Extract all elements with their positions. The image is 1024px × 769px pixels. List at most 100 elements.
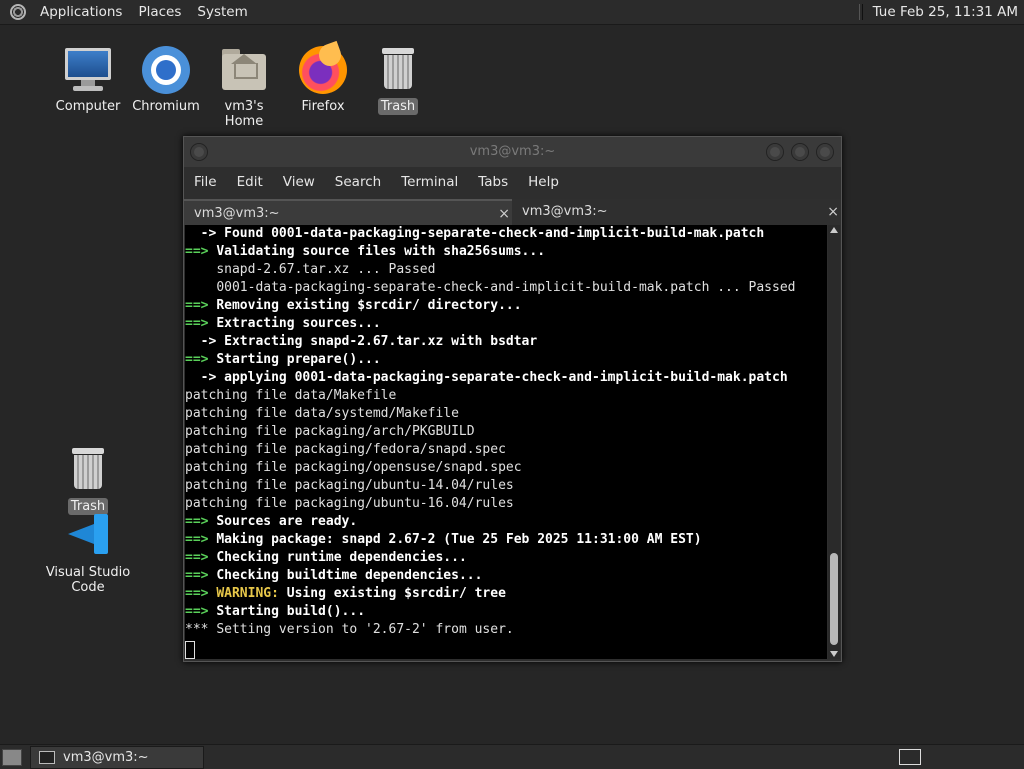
maximize-button[interactable] xyxy=(791,143,809,161)
tab-close-icon[interactable]: × xyxy=(827,199,839,225)
terminal-line: ==> Checking buildtime dependencies... xyxy=(185,567,827,585)
menu-help[interactable]: Help xyxy=(518,174,569,190)
clock-area: Tue Feb 25, 11:31 AM xyxy=(858,0,1018,24)
terminal-line: patching file packaging/ubuntu-16.04/rul… xyxy=(185,495,827,513)
line-prefix: -> xyxy=(185,370,225,385)
scroll-thumb[interactable] xyxy=(830,553,838,645)
terminal-line: patching file packaging/ubuntu-14.04/rul… xyxy=(185,477,827,495)
line-text: Validating source files with sha256sums.… xyxy=(216,244,546,259)
line-prefix: -> xyxy=(185,334,225,349)
line-text: patching file packaging/fedora/snapd.spe… xyxy=(185,442,506,457)
menu-terminal[interactable]: Terminal xyxy=(391,174,468,190)
terminal-line: ==> Removing existing $srcdir/ directory… xyxy=(185,297,827,315)
tab-1[interactable]: vm3@vm3:~ × xyxy=(184,199,512,225)
trash-icon xyxy=(64,446,112,494)
show-desktop-icon[interactable] xyxy=(2,749,22,766)
close-button[interactable] xyxy=(816,143,834,161)
firefox-icon xyxy=(299,40,347,94)
window-titlebar[interactable]: vm3@vm3:~ xyxy=(184,137,841,167)
desktop-icon-trash-top[interactable]: Trash xyxy=(356,46,440,115)
menu-search[interactable]: Search xyxy=(325,174,391,190)
line-prefix xyxy=(185,280,216,295)
desktop-icon-computer[interactable]: Computer xyxy=(46,46,130,115)
terminal-line: *** Setting version to '2.67-2' from use… xyxy=(185,621,827,639)
line-prefix: ==> xyxy=(185,298,217,313)
terminal-line: -> applying 0001-data-packaging-separate… xyxy=(185,369,827,387)
terminal-line: 0001-data-packaging-separate-check-and-i… xyxy=(185,279,827,297)
taskbar-button-terminal[interactable]: vm3@vm3:~ xyxy=(30,746,204,769)
line-text: applying 0001-data-packaging-separate-ch… xyxy=(224,370,788,385)
line-text: patching file packaging/arch/PKGBUILD xyxy=(185,424,475,439)
line-text: Starting build()... xyxy=(216,604,366,619)
line-text: 0001-data-packaging-separate-check-and-i… xyxy=(216,280,796,295)
line-suffix: Using existing $srcdir/ tree xyxy=(278,586,506,601)
line-text: Removing existing $srcdir/ directory... xyxy=(216,298,522,313)
tab-label: vm3@vm3:~ xyxy=(522,204,608,219)
terminal-line: ==> Checking runtime dependencies... xyxy=(185,549,827,567)
line-prefix: ==> xyxy=(185,244,217,259)
menu-file[interactable]: File xyxy=(184,174,227,190)
desktop-icon-label: Chromium xyxy=(132,99,200,114)
line-text: Extracting sources... xyxy=(216,316,381,331)
terminal-line: patching file data/systemd/Makefile xyxy=(185,405,827,423)
desktop-icon-firefox[interactable]: Firefox xyxy=(281,40,365,115)
terminal-line: snapd-2.67.tar.xz ... Passed xyxy=(185,261,827,279)
home-folder-icon xyxy=(220,46,268,94)
terminal-line: ==> WARNING: Using existing $srcdir/ tre… xyxy=(185,585,827,603)
terminal-line: -> Extracting snapd-2.67.tar.xz with bsd… xyxy=(185,333,827,351)
minimize-button[interactable] xyxy=(766,143,784,161)
menu-applications[interactable]: Applications xyxy=(32,4,130,20)
menu-edit[interactable]: Edit xyxy=(227,174,273,190)
line-prefix: ==> xyxy=(185,352,217,367)
clock[interactable]: Tue Feb 25, 11:31 AM xyxy=(873,4,1018,20)
desktop-icon-chromium[interactable]: Chromium xyxy=(124,46,208,115)
menu-view[interactable]: View xyxy=(273,174,325,190)
tab-2[interactable]: vm3@vm3:~ × xyxy=(512,199,841,225)
menu-tabs[interactable]: Tabs xyxy=(468,174,518,190)
line-text: Extracting snapd-2.67.tar.xz with bsdtar xyxy=(224,334,538,349)
tab-bar: vm3@vm3:~ × vm3@vm3:~ × xyxy=(184,199,841,225)
desktop-icon-trash-left[interactable]: Trash xyxy=(46,446,130,515)
tab-close-icon[interactable]: × xyxy=(498,201,510,227)
terminal-icon xyxy=(39,751,55,764)
terminal-scrollbar[interactable] xyxy=(828,225,840,659)
desktop-icon-vscode[interactable]: Visual Studio Code xyxy=(26,512,150,596)
line-text: Making package: snapd 2.67-2 (Tue 25 Feb… xyxy=(216,532,702,547)
taskbar-label: vm3@vm3:~ xyxy=(63,750,149,765)
terminal-output[interactable]: -> Found 0001-data-packaging-separate-ch… xyxy=(185,225,827,659)
terminal-window: vm3@vm3:~ File Edit View Search Terminal… xyxy=(183,136,842,662)
desktop-icon-label: vm3's Home xyxy=(224,99,264,129)
line-text: Checking runtime dependencies... xyxy=(216,550,467,565)
menu-places[interactable]: Places xyxy=(130,4,189,20)
terminal-cursor xyxy=(185,641,195,659)
computer-icon xyxy=(64,46,112,94)
chromium-icon xyxy=(142,46,190,94)
desktop-icon-label: Trash xyxy=(377,98,419,115)
window-title: vm3@vm3:~ xyxy=(469,144,556,159)
line-prefix: ==> xyxy=(185,586,217,601)
line-text: patching file packaging/ubuntu-16.04/rul… xyxy=(185,496,514,511)
line-text: patching file packaging/ubuntu-14.04/rul… xyxy=(185,478,514,493)
panel-separator xyxy=(858,4,863,20)
scroll-up-icon[interactable] xyxy=(830,227,838,233)
line-prefix: ==> xyxy=(185,568,217,583)
terminal-line: ==> Making package: snapd 2.67-2 (Tue 25… xyxy=(185,531,827,549)
desktop-icon-label: Firefox xyxy=(301,99,345,114)
terminal-line: ==> Starting build()... xyxy=(185,603,827,621)
line-text: snapd-2.67.tar.xz ... Passed xyxy=(216,262,436,277)
scroll-down-icon[interactable] xyxy=(830,651,838,657)
prompt-line xyxy=(185,639,827,659)
window-menubar: File Edit View Search Terminal Tabs Help xyxy=(184,167,841,197)
workspace-switcher[interactable] xyxy=(899,749,921,765)
desktop-icon-home[interactable]: vm3's Home xyxy=(202,46,286,130)
menu-system[interactable]: System xyxy=(189,4,255,20)
terminal-line: ==> Sources are ready. xyxy=(185,513,827,531)
line-text: Starting prepare()... xyxy=(216,352,381,367)
line-text: patching file data/Makefile xyxy=(185,388,397,403)
bottom-panel: vm3@vm3:~ xyxy=(0,744,1024,769)
menu-logo-icon[interactable] xyxy=(10,4,26,20)
line-text: Checking buildtime dependencies... xyxy=(216,568,483,583)
line-text: Setting version to '2.67-2' from user. xyxy=(216,622,514,637)
line-prefix: ==> xyxy=(185,604,217,619)
terminal-line: patching file packaging/opensuse/snapd.s… xyxy=(185,459,827,477)
